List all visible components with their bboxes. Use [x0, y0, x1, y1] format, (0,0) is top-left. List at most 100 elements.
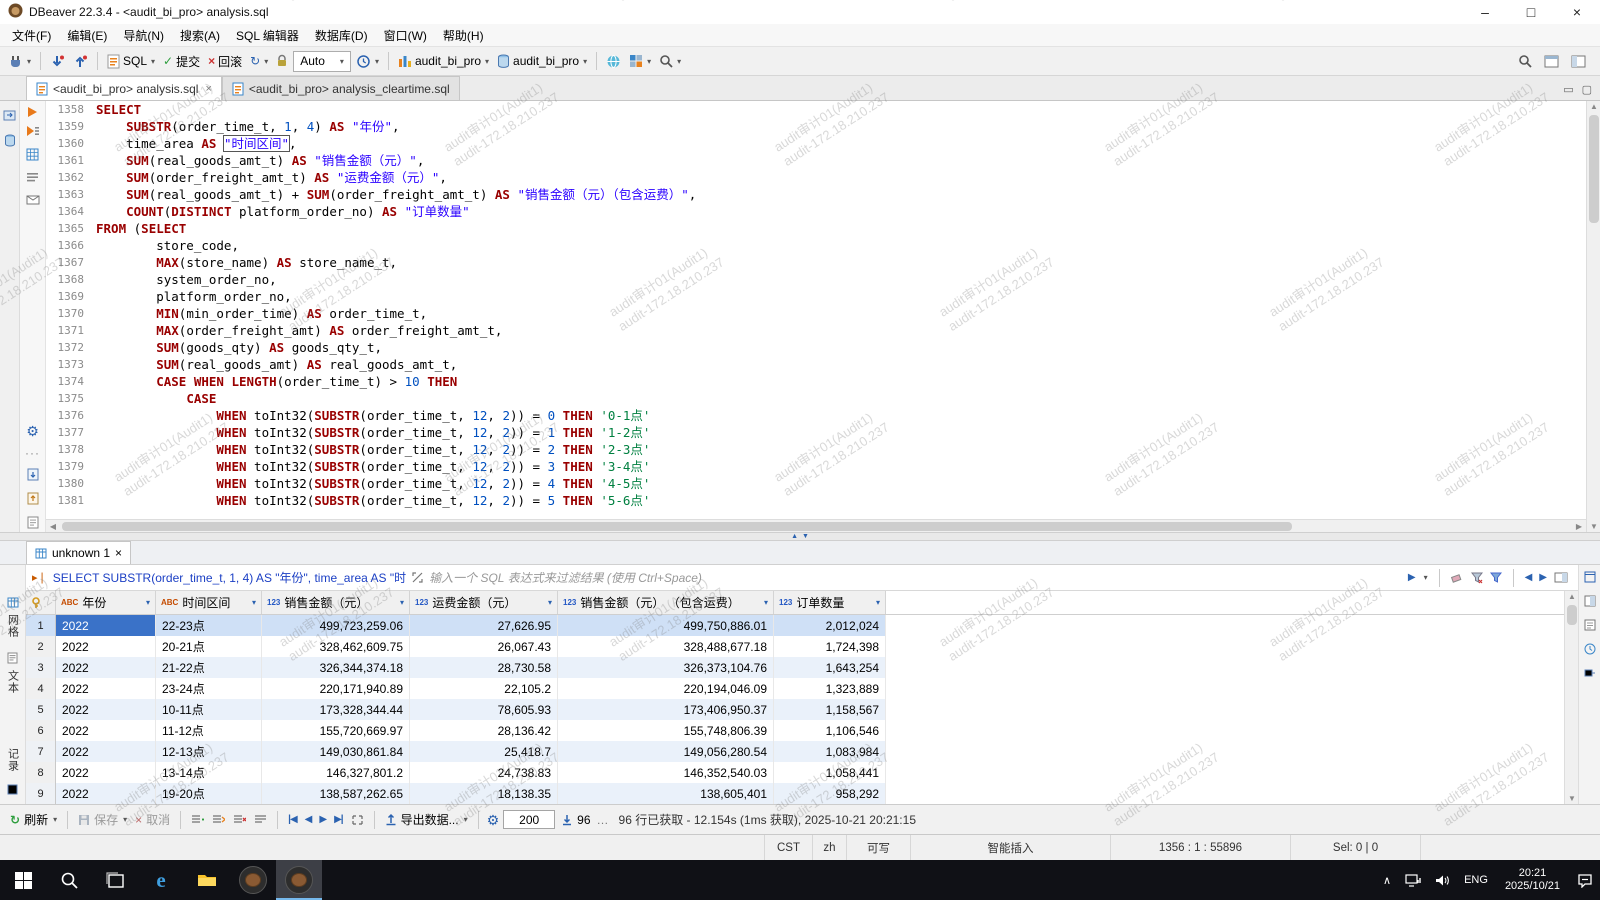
execute-script-button[interactable] [26, 125, 40, 140]
row-number-cell[interactable]: 3 [26, 657, 56, 678]
code-line[interactable]: 1367 MAX(store_name) AS store_name_t, [46, 254, 1586, 271]
start-button[interactable] [0, 860, 46, 900]
grid-cell[interactable]: 1,724,398 [774, 636, 886, 657]
scrollbar-thumb[interactable] [62, 522, 1292, 531]
grid-cell[interactable]: 11-12点 [156, 720, 262, 741]
maximize-results-icon[interactable] [1584, 571, 1596, 586]
grid-cell[interactable]: 958,292 [774, 783, 886, 804]
code-line[interactable]: 1359 SUBSTR(order_time_t, 1, 4) AS "年份", [46, 118, 1586, 135]
script-statistics-button[interactable] [26, 172, 39, 186]
scroll-left-icon[interactable]: ◀ [46, 522, 60, 531]
grid-cell[interactable]: 138,605,401 [558, 783, 774, 804]
editor-horizontal-scrollbar[interactable]: ◀ ▶ [46, 519, 1586, 532]
results-tab-unknown1[interactable]: unknown 1 × [26, 541, 131, 564]
row-number-cell[interactable]: 8 [26, 762, 56, 783]
grid-cell[interactable]: 173,406,950.37 [558, 699, 774, 720]
column-filter-icon[interactable]: ▾ [764, 598, 768, 607]
commit-button[interactable]: ✓ 提交 [160, 49, 203, 73]
export-data-button[interactable]: 导出数据... ▾ [383, 811, 470, 828]
connection-selector[interactable]: audit_bi_pro ▾ [395, 49, 492, 73]
sash-down-icon[interactable]: ▼ [802, 533, 809, 540]
export-result-button[interactable] [26, 194, 40, 208]
column-filter-icon[interactable]: ▾ [876, 598, 880, 607]
menu-item-3[interactable]: 导航(N) [115, 24, 172, 46]
grid-cell[interactable]: 19-20点 [156, 783, 262, 804]
grid-cell[interactable]: 2022 [56, 699, 156, 720]
code-line[interactable]: 1371 MAX(order_freight_amt) AS order_fre… [46, 322, 1586, 339]
grid-corner-cell[interactable] [26, 591, 56, 614]
editor-tab-cleartime[interactable]: <audit_bi_pro> analysis_cleartime.sql [222, 76, 460, 100]
grid-cell[interactable]: 499,723,259.06 [262, 615, 410, 636]
editor-vertical-scrollbar[interactable]: ▲ ▼ [1586, 101, 1600, 532]
code-line[interactable]: 1358SELECT [46, 101, 1586, 118]
code-line[interactable]: 1379 WHEN toInt32(SUBSTR(order_time_t, 1… [46, 458, 1586, 475]
script-log-button[interactable] [27, 516, 39, 532]
last-page-button[interactable]: ▶| [332, 814, 345, 825]
row-number-cell[interactable]: 5 [26, 699, 56, 720]
filter-expression[interactable]: SELECT SUBSTR(order_time_t, 1, 4) AS "年份… [53, 569, 406, 586]
column-header-3[interactable]: 123销售金额（元）▾ [262, 591, 410, 614]
explain-plan-button[interactable] [26, 148, 39, 164]
maximize-view-icon[interactable]: ▢ [1582, 83, 1592, 96]
grid-cell[interactable]: 2022 [56, 720, 156, 741]
open-perspective-button[interactable] [1541, 49, 1562, 73]
text-view-tab[interactable]: 文本 [5, 670, 21, 694]
grid-cell[interactable]: 1,106,546 [774, 720, 886, 741]
grid-cell[interactable]: 1,058,441 [774, 762, 886, 783]
sash-up-icon[interactable]: ▲ [791, 533, 798, 540]
grid-cell[interactable]: 2022 [56, 678, 156, 699]
code-line[interactable]: 1362 SUM(order_freight_amt_t) AS "运费金额（元… [46, 169, 1586, 186]
editor-layout-button[interactable] [1568, 49, 1589, 73]
code-line[interactable]: 1372 SUM(goods_qty) AS goods_qty_t, [46, 339, 1586, 356]
calc-panel-icon[interactable] [1584, 619, 1596, 634]
close-button[interactable]: × [1554, 0, 1600, 24]
database-navigator-icon[interactable] [4, 134, 16, 150]
row-number-cell[interactable]: 1 [26, 615, 56, 636]
scrollbar-thumb[interactable] [1567, 605, 1577, 625]
menu-item-7[interactable]: 窗口(W) [376, 24, 435, 46]
grid-cell[interactable]: 2022 [56, 636, 156, 657]
grid-view-tab[interactable]: 网格 [5, 614, 21, 638]
result-settings-button[interactable]: ⚙ [487, 813, 500, 827]
grid-cell[interactable]: 149,030,861.84 [262, 741, 410, 762]
value-panel-icon[interactable] [1584, 595, 1596, 610]
grid-cell[interactable]: 22-23点 [156, 615, 262, 636]
editor-tab-analysis[interactable]: <audit_bi_pro> analysis.sql × [26, 76, 222, 100]
search-menu-button[interactable]: ▾ [656, 49, 684, 73]
lock-button[interactable] [273, 49, 291, 73]
column-header-5[interactable]: 123销售金额（元） （包含运费）▾ [558, 591, 774, 614]
edge-browser-button[interactable]: e [138, 860, 184, 900]
grid-cell[interactable]: 138,587,262.65 [262, 783, 410, 804]
grid-cell[interactable]: 12-13点 [156, 741, 262, 762]
grid-cell[interactable]: 326,344,374.18 [262, 657, 410, 678]
code-line[interactable]: 1360 time_area AS "时间区间", [46, 135, 1586, 152]
grid-cell[interactable]: 1,323,889 [774, 678, 886, 699]
fetch-all-button[interactable]: 96 [559, 813, 592, 827]
input-language-indicator[interactable]: ENG [1457, 860, 1495, 900]
autocommit-combo[interactable]: Auto ▾ [293, 51, 351, 72]
grid-cell[interactable]: 2022 [56, 741, 156, 762]
file-explorer-button[interactable] [184, 860, 230, 900]
grid-cell[interactable]: 2022 [56, 657, 156, 678]
refresh-button[interactable]: ↻ 刷新 ▾ [8, 811, 59, 828]
execute-statement-button[interactable] [28, 107, 37, 117]
code-line[interactable]: 1369 platform_order_no, [46, 288, 1586, 305]
pc-network-icon[interactable] [1398, 860, 1428, 900]
code-line[interactable]: 1375 CASE [46, 390, 1586, 407]
minimize-view-icon[interactable]: ▭ [1563, 83, 1573, 96]
edit-grid-button[interactable] [252, 814, 269, 825]
scroll-right-icon[interactable]: ▶ [1572, 522, 1586, 531]
close-results-tab-icon[interactable]: × [115, 546, 122, 560]
new-connection-button[interactable]: ▾ [5, 49, 34, 73]
column-header-6[interactable]: 123订单数量▾ [774, 591, 886, 614]
expand-filter-icon[interactable] [412, 572, 423, 583]
datasource-sync-button[interactable] [603, 49, 624, 73]
volume-icon[interactable] [1428, 860, 1457, 900]
prev-page-button[interactable]: ◀ [303, 814, 314, 825]
column-filter-icon[interactable]: ▾ [400, 598, 404, 607]
goto-row-button[interactable] [349, 814, 366, 826]
grid-cell[interactable]: 22,105.2 [410, 678, 558, 699]
scroll-up-icon[interactable]: ▲ [1565, 592, 1579, 601]
maximize-button[interactable]: □ [1508, 0, 1554, 24]
code-line[interactable]: 1373 SUM(real_goods_amt) AS real_goods_a… [46, 356, 1586, 373]
